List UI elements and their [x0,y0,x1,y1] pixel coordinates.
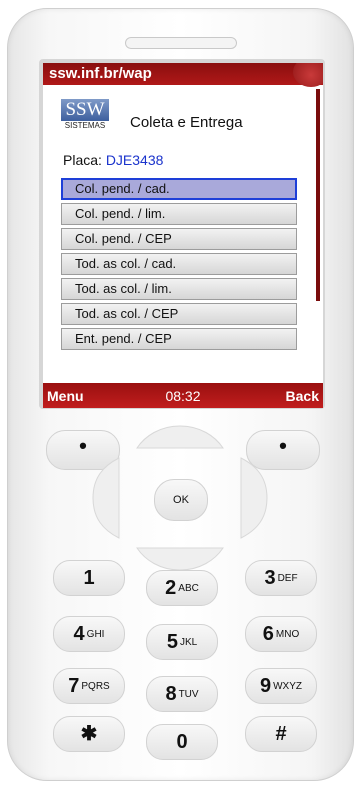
key-0[interactable]: 0 [146,724,218,760]
key-hash-main: # [275,723,287,745]
phone-screen: ssw.inf.br/wap SSW SISTEMAS Coleta e Ent… [43,63,323,408]
menu-item-tod-col-cep[interactable]: Tod. as col. / CEP [61,303,297,325]
key-0-main: 0 [176,731,188,753]
plate-value: DJE3438 [105,152,164,168]
key-3-main: 3 [264,567,276,589]
clock: 08:32 [165,388,201,404]
menu-item-tod-col-lim[interactable]: Tod. as col. / lim. [61,278,297,300]
key-2-main: 2 [165,577,177,599]
key-8[interactable]: 8 TUV [146,676,218,712]
key-3-letters: DEF [277,572,298,584]
browser-title: ssw.inf.br/wap [49,65,152,82]
key-4-letters: GHI [86,628,105,640]
menu-softkey[interactable]: Menu [47,383,84,408]
back-softkey[interactable]: Back [286,383,319,408]
menu-list: Col. pend. / cad. Col. pend. / lim. Col.… [61,178,297,353]
key-2-letters: ABC [178,582,199,594]
key-9[interactable]: 9 WXYZ [245,668,317,704]
key-7[interactable]: 7 PQRS [53,668,125,704]
key-9-letters: WXYZ [273,680,302,692]
key-star[interactable]: ✱ [53,716,125,752]
key-4[interactable]: 4 GHI [53,616,125,652]
key-3[interactable]: 3 DEF [245,560,317,596]
key-5-letters: JKL [179,636,198,648]
key-8-letters: TUV [178,688,199,700]
key-6-letters: MNO [275,628,300,640]
menu-item-ent-pend-cep[interactable]: Ent. pend. / CEP [61,328,297,350]
key-8-main: 8 [165,683,177,705]
key-4-main: 4 [73,623,85,645]
key-9-main: 9 [259,675,272,697]
browser-title-bar: ssw.inf.br/wap [43,63,323,87]
key-1[interactable]: 1 [53,560,125,596]
key-7-main: 7 [68,675,80,697]
key-5[interactable]: 5 JKL [146,624,218,660]
key-5-main: 5 [166,631,178,653]
dpad-right-icon[interactable] [240,457,268,539]
dpad-down-icon[interactable] [136,547,224,571]
menu-item-tod-col-cad[interactable]: Tod. as col. / cad. [61,253,297,275]
menu-item-col-pend-cad[interactable]: Col. pend. / cad. [61,178,297,200]
ssw-logo: SSW SISTEMAS [61,99,109,133]
logo-subtitle: SISTEMAS [64,121,106,130]
status-indicator-icon [293,63,323,87]
page-title: Coleta e Entrega [130,114,243,131]
key-6[interactable]: 6 MNO [245,616,317,652]
key-star-main: ✱ [80,723,98,745]
softkey-bar: 08:32 Menu Back [43,383,323,408]
ok-button[interactable]: OK [154,479,208,521]
logo-mark: SSW [61,99,109,121]
scrollbar-thumb[interactable] [316,89,320,301]
menu-item-col-pend-lim[interactable]: Col. pend. / lim. [61,203,297,225]
key-hash[interactable]: # [245,716,317,752]
key-1-main: 1 [83,567,95,589]
key-2[interactable]: 2 ABC [146,570,218,606]
dpad-up-icon[interactable] [136,425,224,449]
plate-line: Placa: DJE3438 [63,152,163,168]
speaker-grille [125,37,237,49]
key-7-letters: PQRS [81,680,110,692]
key-6-main: 6 [262,623,274,645]
plate-label: Placa: [63,152,106,168]
menu-item-col-pend-cep[interactable]: Col. pend. / CEP [61,228,297,250]
dpad-left-icon[interactable] [92,457,120,539]
